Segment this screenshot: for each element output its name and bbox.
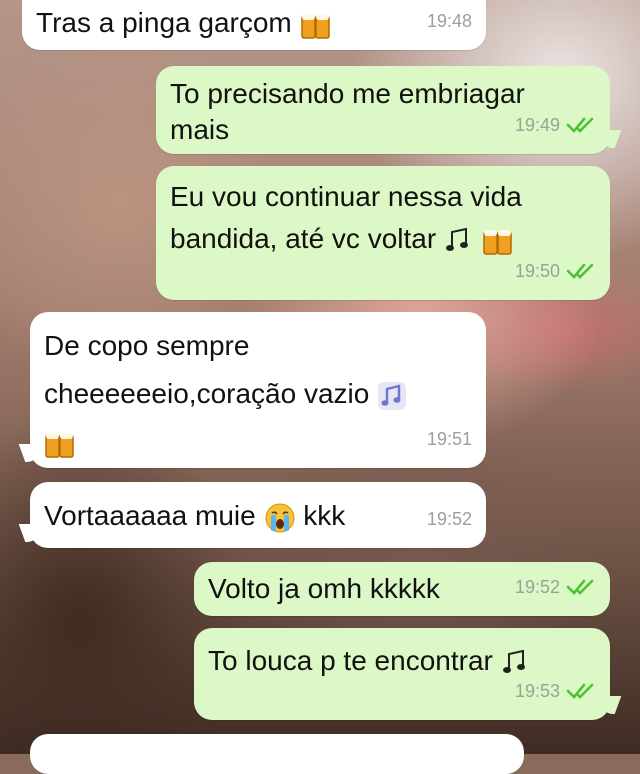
crying-face-emoji-icon — [265, 503, 294, 533]
message-bubble-outgoing[interactable]: To precisando me embriagar mais 19:49 — [156, 66, 610, 154]
message-text-row: Eu vou continuar nessa vida bandida, até… — [170, 176, 590, 260]
message-time: 19:52 — [426, 509, 472, 529]
message-text: Vortaaaaaa muie — [44, 500, 256, 531]
message-bubble-outgoing[interactable]: Volto ja omh kkkkk 19:52 — [194, 562, 610, 616]
message-meta: 19:53 — [515, 670, 596, 712]
message-time: 19:52 — [514, 577, 560, 597]
message-bubble-incoming[interactable]: Vortaaaaaa muie kkk 19:52 — [30, 482, 486, 548]
message-meta: 19:52 — [427, 498, 472, 540]
message-meta: 19:50 — [515, 250, 596, 292]
message-meta: 19:49 — [515, 104, 596, 146]
message-text-row: Tras a pinga garçom — [36, 2, 472, 44]
message-text-row: Vortaaaaaa muie kkk — [44, 495, 472, 537]
message-text: To louca p te encontrar — [208, 645, 493, 676]
message-text-suffix: kkk — [303, 500, 346, 531]
message-bubble-incoming-partial[interactable] — [30, 734, 524, 774]
message-bubble-outgoing[interactable]: To louca p te encontrar 19:53 — [194, 628, 610, 720]
message-bubble-outgoing[interactable]: Eu vou continuar nessa vida bandida, até… — [156, 166, 610, 300]
double-check-icon — [566, 117, 594, 133]
message-time: 19:53 — [514, 681, 560, 701]
musical-notes-emoji-icon — [445, 227, 468, 251]
message-bubble-incoming[interactable]: Tras a pinga garçom 19:48 — [22, 0, 486, 50]
message-time: 19:48 — [426, 11, 472, 31]
message-text-row: De copo sempre cheeeeeeio,coração vazio — [44, 322, 474, 466]
message-time: 19:51 — [426, 429, 472, 449]
beer-emoji-icon — [482, 229, 512, 255]
double-check-icon — [566, 683, 594, 699]
message-text: Tras a pinga garçom — [36, 7, 292, 38]
message-time: 19:50 — [514, 261, 560, 281]
music-note-emoji-icon — [378, 381, 407, 410]
message-text: De copo sempre cheeeeeeio,coração vazio — [44, 330, 370, 409]
double-check-icon — [566, 263, 594, 279]
message-meta: 19:52 — [515, 566, 596, 608]
beer-emoji-icon — [45, 432, 74, 458]
message-bubble-incoming[interactable]: De copo sempre cheeeeeeio,coração vazio … — [30, 312, 486, 468]
double-check-icon — [566, 579, 594, 595]
message-time: 19:49 — [514, 115, 560, 135]
message-meta: 19:48 — [427, 0, 472, 42]
beer-emoji-icon — [300, 13, 330, 39]
message-meta: 19:51 — [427, 418, 472, 460]
